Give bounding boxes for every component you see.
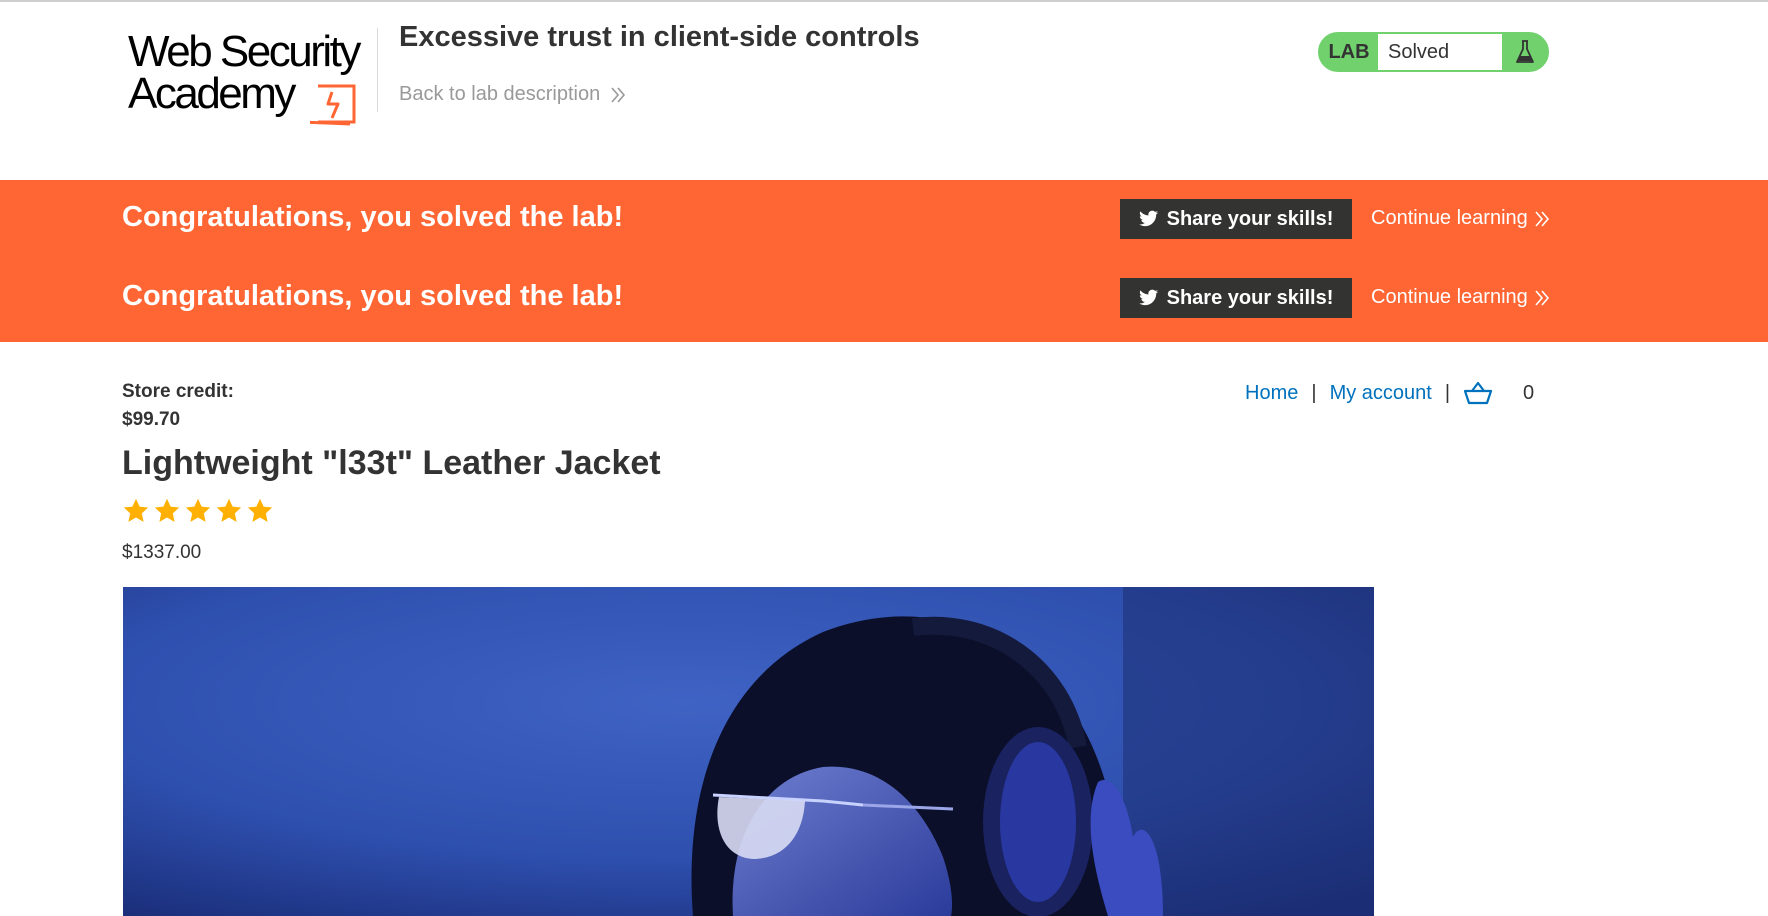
back-to-lab-description-link[interactable]: Back to lab description [399,83,626,106]
continue-learning-link[interactable]: Continue learning [1371,207,1550,230]
share-your-skills-button[interactable]: Share your skills! [1120,278,1352,318]
site-header: Web Security Academy Excessive trust in … [0,2,1768,180]
store-nav: Home | My account | 0 [1245,378,1534,408]
product-image [123,587,1374,916]
continue-learning-label: Continue learning [1371,286,1528,308]
twitter-icon [1138,210,1158,227]
nav-separator: | [1311,381,1317,404]
back-link-label: Back to lab description [399,83,601,105]
lab-title: Excessive trust in client-side controls [399,21,920,53]
product-price: $1337.00 [122,542,202,563]
lab-tag: LAB [1328,40,1370,63]
store-credit-label: Store credit: [122,381,234,402]
product-photo-headphones [123,587,1374,916]
double-chevron-right-icon [1535,210,1549,227]
share-button-label: Share your skills! [1166,207,1334,230]
solved-banner-row: Congratulations, you solved the lab! Sha… [0,259,1768,339]
flask-icon [1502,34,1547,70]
header-divider [377,28,378,112]
solved-banner-row: Congratulations, you solved the lab! Sha… [0,180,1768,260]
share-your-skills-button[interactable]: Share your skills! [1120,199,1352,239]
congratulations-message: Congratulations, you solved the lab! [122,280,624,312]
continue-learning-link[interactable]: Continue learning [1371,286,1550,309]
star-icon [123,498,149,522]
star-icon [185,498,211,522]
nav-separator: | [1444,381,1451,404]
logo-text-line2: Academy [128,69,296,118]
shopping-basket-icon[interactable] [1463,380,1493,406]
lab-state: Solved [1378,34,1502,70]
twitter-icon [1138,289,1158,306]
double-chevron-right-icon [611,86,626,103]
share-button-label: Share your skills! [1166,286,1334,309]
continue-learning-label: Continue learning [1371,207,1528,229]
solved-banner: Congratulations, you solved the lab! Sha… [0,180,1768,342]
my-account-link[interactable]: My account [1330,382,1432,405]
home-link[interactable]: Home [1245,382,1298,405]
star-icon [216,498,242,522]
product-rating [122,497,274,525]
cart-count[interactable]: 0 [1523,382,1534,405]
star-icon [154,498,180,522]
double-chevron-right-icon [1535,289,1549,306]
logo-lightning-icon [310,84,356,126]
store-credit-value: $99.70 [122,409,181,430]
congratulations-message: Congratulations, you solved the lab! [122,201,624,233]
web-security-academy-logo[interactable]: Web Security Academy [122,28,374,126]
product-title: Lightweight "l33t" Leather Jacket [122,444,661,482]
star-icon [247,498,273,522]
lab-status-widget: LAB Solved [1318,32,1549,72]
